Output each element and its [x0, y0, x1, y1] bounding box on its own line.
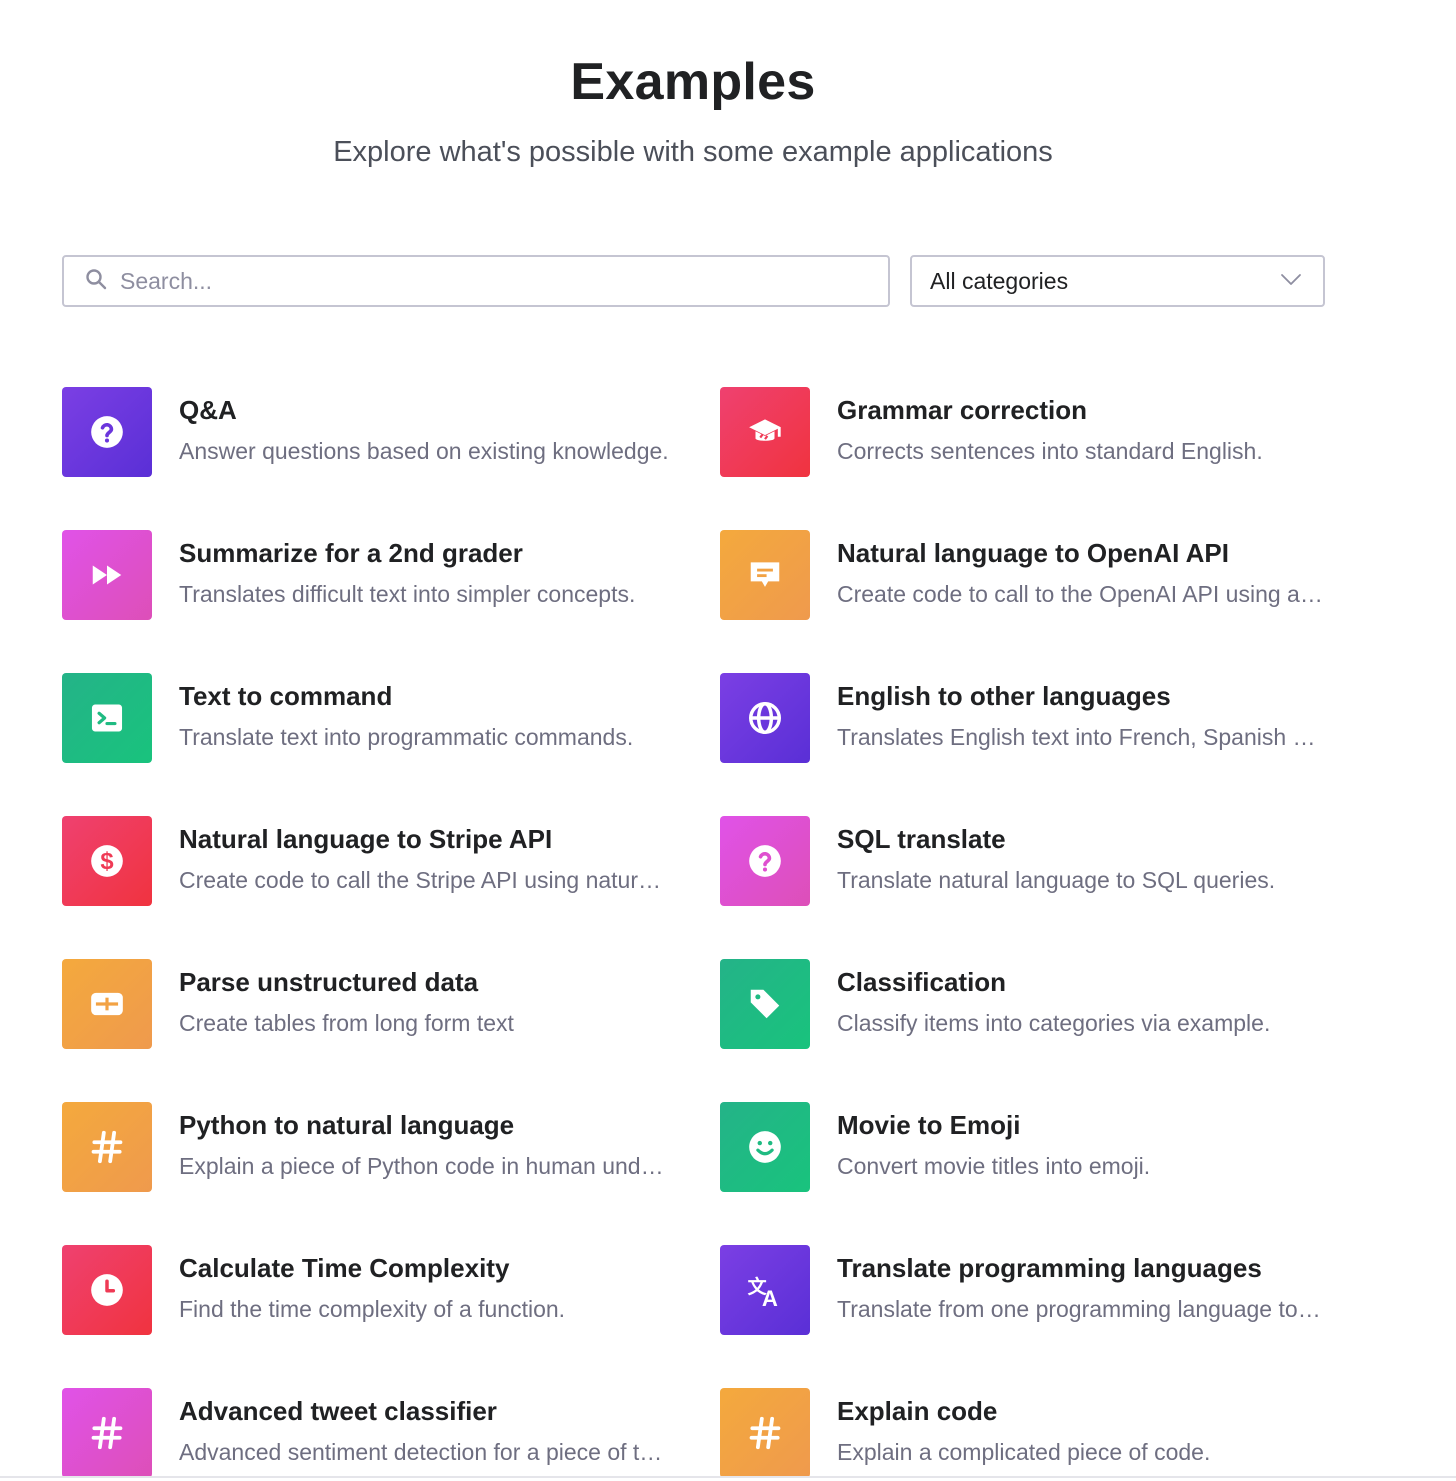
divider [0, 1476, 1456, 1478]
example-card[interactable]: Calculate Time Complexity Find the time c… [62, 1245, 682, 1335]
example-description: Translates difficult text into simpler c… [179, 581, 636, 607]
example-card[interactable]: English to other languages Translates Eng… [720, 673, 1340, 763]
example-tile [720, 816, 810, 906]
example-title: Summarize for a 2nd grader [179, 538, 523, 568]
dollar-circle-icon: $ [88, 842, 126, 880]
page-title: Examples [570, 53, 816, 111]
example-title: Natural language to Stripe API [179, 824, 553, 854]
example-card[interactable]: Summarize for a 2nd grader Translates dif… [62, 530, 682, 620]
example-description: Create code to call the Stripe API using… [179, 867, 669, 893]
example-tile [62, 1245, 152, 1335]
example-tile [720, 1388, 810, 1478]
svg-text:A: A [762, 1286, 778, 1309]
example-description: Answer questions based on existing knowl… [179, 438, 669, 464]
example-title: Parse unstructured data [179, 967, 479, 997]
page-subtitle: Explore what's possible with some exampl… [333, 136, 1053, 168]
example-title: Advanced tweet classifier [179, 1396, 497, 1426]
example-title: Explain code [837, 1396, 998, 1426]
example-title: Q&A [179, 395, 237, 425]
example-title: Calculate Time Complexity [179, 1253, 510, 1283]
example-card[interactable]: Advanced tweet classifier Advanced sentim… [62, 1388, 682, 1478]
example-description: Create code to call to the OpenAI API us… [837, 581, 1327, 607]
example-card[interactable]: Classification Classify items into catego… [720, 959, 1340, 1049]
example-card[interactable]: Python to natural language Explain a piec… [62, 1102, 682, 1192]
example-description: Translate natural language to SQL querie… [837, 867, 1276, 893]
example-tile: 文A [720, 1245, 810, 1335]
table-icon [88, 985, 126, 1023]
example-description: Advanced sentiment detection for a piece… [179, 1439, 669, 1465]
example-description: Find the time complexity of a function. [179, 1296, 566, 1322]
question-circle-icon [88, 413, 126, 451]
terminal-icon [88, 699, 126, 737]
example-card[interactable]: Explain code Explain a complicated piece … [720, 1388, 1340, 1478]
example-title: Translate programming languages [837, 1253, 1262, 1283]
example-card[interactable]: 文 A Translate programming languages Transla… [720, 1245, 1340, 1335]
example-description: Translates English text into French, Spa… [837, 724, 1327, 750]
example-title: Classification [837, 967, 1007, 997]
svg-text:$: $ [100, 848, 113, 875]
example-tile [62, 530, 152, 620]
search-input[interactable] [120, 267, 880, 295]
example-description: Corrects sentences into standard English… [837, 438, 1263, 464]
example-tile [720, 530, 810, 620]
category-select[interactable]: All categories [910, 255, 1325, 307]
example-title: Grammar correction [837, 395, 1087, 425]
hashtag-icon [88, 1414, 126, 1452]
example-card[interactable]: Parse unstructured data Create tables fro… [62, 959, 682, 1049]
fast-forward-icon [88, 556, 126, 594]
smiley-icon [746, 1128, 784, 1166]
example-tile [62, 959, 152, 1049]
example-card[interactable]: Grammar correction Corrects sentences int… [720, 387, 1340, 477]
example-card[interactable]: Natural language to OpenAI API Create cod… [720, 530, 1340, 620]
example-tile [62, 387, 152, 477]
globe-icon [746, 699, 784, 737]
example-description: Explain a complicated piece of code. [837, 1439, 1211, 1465]
example-card[interactable]: Text to command Translate text into progr… [62, 673, 682, 763]
example-title: Movie to Emoji [837, 1110, 1021, 1140]
chat-bubble-icon [746, 556, 784, 594]
example-card[interactable]: SQL translate Translate natural language … [720, 816, 1340, 906]
example-card[interactable]: $ Natural language to Stripe API Create co… [62, 816, 682, 906]
example-description: Create tables from long form text [179, 1010, 514, 1036]
search-icon [84, 267, 108, 296]
example-tile [720, 1102, 810, 1192]
example-description: Translate from one programming language … [837, 1296, 1327, 1322]
example-title: SQL translate [837, 824, 1006, 854]
category-select-value: All categories [930, 267, 1069, 294]
question-circle-icon [746, 842, 784, 880]
example-description: Convert movie titles into emoji. [837, 1153, 1151, 1179]
example-tile [720, 673, 810, 763]
example-description: Translate text into programmatic command… [179, 724, 634, 750]
example-card[interactable]: Q&A Answer questions based on existing kn… [62, 387, 682, 477]
example-tile: $ [62, 816, 152, 906]
clock-icon [88, 1271, 126, 1309]
example-card[interactable]: Movie to Emoji Convert movie titles into … [720, 1102, 1340, 1192]
example-title: English to other languages [837, 681, 1171, 711]
hashtag-icon [88, 1128, 126, 1166]
hashtag-icon [746, 1414, 784, 1452]
examples-page: Examples Explore what's possible with so… [0, 0, 1456, 1481]
example-title: Natural language to OpenAI API [837, 538, 1229, 568]
example-tile [62, 1102, 152, 1192]
example-tile [720, 959, 810, 1049]
search-box[interactable] [62, 255, 890, 307]
tag-icon [746, 985, 784, 1023]
example-description: Classify items into categories via examp… [837, 1010, 1271, 1036]
chevron-down-icon [1279, 267, 1303, 296]
example-title: Text to command [179, 681, 393, 711]
example-tile [62, 673, 152, 763]
example-title: Python to natural language [179, 1110, 515, 1140]
example-tile [720, 387, 810, 477]
example-description: Explain a piece of Python code in human … [179, 1153, 669, 1179]
example-tile [62, 1388, 152, 1478]
translate-icon: 文A [746, 1271, 784, 1309]
graduation-cap-icon [746, 413, 784, 451]
